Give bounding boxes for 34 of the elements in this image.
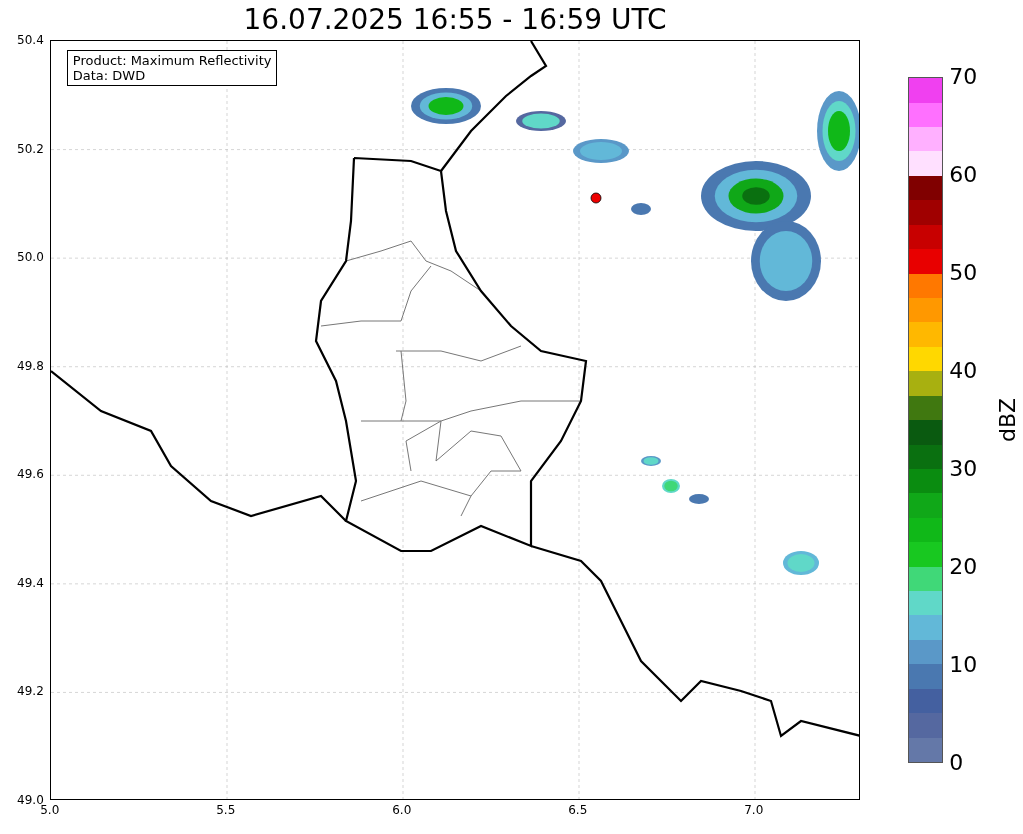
colorbar-tick-label: 0 [949, 752, 964, 774]
info-text: Data: DWD [72, 68, 147, 83]
x-tick-label: 6.0 [392, 804, 412, 816]
colorbar-tick-label: 60 [949, 164, 978, 186]
radar-echo-drawing [572, 139, 629, 163]
colorbar-tick-label: 20 [949, 556, 978, 578]
colorbar-tick-label: 50 [949, 262, 978, 284]
location-marker [590, 192, 602, 204]
colorbar-tick-label: 30 [949, 458, 978, 480]
x-tick-label: 7.0 [744, 804, 764, 816]
radar-echo-drawing [515, 111, 566, 131]
radar-echo-drawing [410, 88, 481, 124]
radar-echo-drawing [630, 203, 651, 215]
x-tick-label: 5.5 [216, 804, 236, 816]
colorbar-tick-label: 70 [949, 66, 978, 88]
y-tick-label: 49.4 [17, 576, 44, 589]
x-tick-label: 5.0 [40, 804, 60, 816]
chart-title: 16.07.2025 16:55 - 16:59 UTC [243, 6, 667, 34]
y-tick-label: 49.0 [17, 794, 44, 806]
colorbar-label: dBZ [997, 397, 1019, 443]
y-tick-label: 49.6 [17, 468, 44, 481]
y-tick-label: 49.8 [17, 359, 44, 372]
x-tick-label: 6.5 [568, 804, 588, 816]
y-tick-label: 50.2 [17, 142, 44, 155]
colorbar-tick-label: 10 [949, 654, 978, 676]
y-tick-label: 49.2 [17, 685, 44, 698]
radar-echo-drawing [640, 456, 661, 466]
radar-echo-drawing [661, 479, 680, 493]
y-tick-label: 50.0 [17, 251, 44, 264]
radar-echo-drawing [688, 494, 709, 504]
colorbar-tick-label: 40 [949, 360, 978, 382]
y-tick-label: 50.4 [17, 34, 44, 46]
info-text: Product: Maximum Reflectivity [72, 53, 272, 68]
radar-echo-drawing [782, 551, 819, 575]
